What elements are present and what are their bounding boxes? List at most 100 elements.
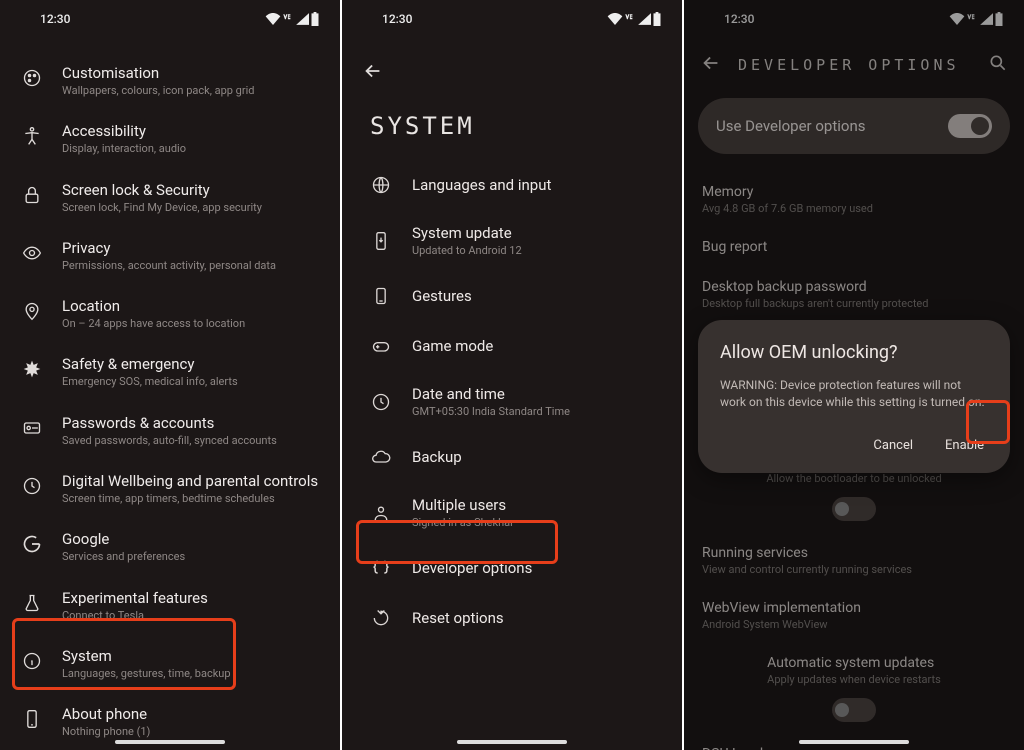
item-subtitle: Wallpapers, colours, icon pack, app grid: [62, 84, 320, 98]
system-item-reset[interactable]: Reset options: [342, 593, 682, 643]
volte-icon: [282, 13, 294, 25]
nav-pill[interactable]: [457, 740, 567, 744]
dialog-title: Allow OEM unlocking?: [720, 342, 988, 363]
back-button[interactable]: [342, 32, 682, 92]
settings-item-experimental[interactable]: Experimental featuresConnect to Tesla: [0, 577, 340, 635]
item-title: Screen lock & Security: [62, 181, 320, 199]
status-icons: [265, 12, 320, 26]
confirm-dialog: Allow OEM unlocking? WARNING: Device pro…: [698, 320, 1010, 473]
settings-item-accessibility[interactable]: Accessibility Display, interaction, audio: [0, 110, 340, 168]
settings-item-wellbeing[interactable]: Digital Wellbeing and parental controls S…: [0, 460, 340, 518]
settings-item-location[interactable]: Location On – 24 apps have access to loca…: [0, 285, 340, 343]
arrow-back-icon: [362, 60, 384, 82]
lock-icon: [20, 183, 44, 207]
update-icon: [370, 230, 392, 252]
item-title: Passwords & accounts: [62, 414, 320, 432]
battery-icon: [310, 12, 320, 26]
system-item-datetime[interactable]: Date and time GMT+05:30 India Standard Ti…: [342, 371, 682, 432]
google-icon: [20, 532, 44, 556]
item-title: About phone: [62, 705, 320, 723]
system-item-update[interactable]: System update Updated to Android 12: [342, 210, 682, 271]
item-title: Google: [62, 530, 320, 548]
item-title: Languages and input: [412, 176, 662, 194]
item-subtitle: Screen time, app timers, bedtime schedul…: [62, 492, 320, 506]
settings-item-privacy[interactable]: Privacy Permissions, account activity, pe…: [0, 227, 340, 285]
item-title: System: [62, 647, 320, 665]
item-title: Experimental features: [62, 589, 320, 607]
item-title: Date and time: [412, 385, 662, 403]
item-title: Location: [62, 297, 320, 315]
item-subtitle: Updated to Android 12: [412, 244, 662, 257]
cloud-icon: [370, 446, 392, 468]
item-subtitle: Screen lock, Find My Device, app securit…: [62, 201, 320, 215]
item-subtitle: Emergency SOS, medical info, alerts: [62, 375, 320, 389]
settings-item-safety[interactable]: Safety & emergencyEmergency SOS, medical…: [0, 343, 340, 401]
palette-icon: [20, 66, 44, 90]
users-icon: [370, 502, 392, 524]
item-subtitle: Display, interaction, audio: [62, 142, 320, 156]
item-subtitle: GMT+05:30 India Standard Time: [412, 405, 662, 418]
dialog-actions: Cancel Enable: [720, 432, 988, 459]
cancel-button[interactable]: Cancel: [869, 432, 917, 459]
location-icon: [20, 299, 44, 323]
nav-pill[interactable]: [799, 740, 909, 744]
item-subtitle: Permissions, account activity, personal …: [62, 259, 320, 273]
signal-icon: [295, 13, 309, 25]
item-title: Reset options: [412, 609, 662, 627]
gestures-icon: [370, 285, 392, 307]
system-item-gestures[interactable]: Gestures: [342, 271, 682, 321]
status-bar: 12:30: [342, 0, 682, 32]
dialog-body: WARNING: Device protection features will…: [720, 377, 988, 412]
emergency-icon: [20, 357, 44, 381]
item-subtitle: Saved passwords, auto-fill, synced accou…: [62, 434, 320, 448]
wellbeing-icon: [20, 474, 44, 498]
item-title: Digital Wellbeing and parental controls: [62, 472, 320, 490]
item-subtitle: Signed in as Shekhar: [412, 516, 662, 529]
system-item-backup[interactable]: Backup: [342, 432, 682, 482]
key-icon: [20, 416, 44, 440]
item-title: System update: [412, 224, 662, 242]
accessibility-icon: [20, 124, 44, 148]
status-bar: 12:30: [0, 0, 340, 32]
item-subtitle: Nothing phone (1): [62, 725, 320, 739]
settings-item-accounts[interactable]: Passwords & accounts Saved passwords, aut…: [0, 402, 340, 460]
status-icons: [607, 12, 662, 26]
nav-pill[interactable]: [115, 740, 225, 744]
item-title: Customisation: [62, 64, 320, 82]
item-title: Gestures: [412, 287, 662, 305]
settings-item-security[interactable]: Screen lock & Security Screen lock, Find …: [0, 169, 340, 227]
reset-icon: [370, 607, 392, 629]
volte-icon: [624, 13, 636, 25]
settings-screen-2-system: 12:30 SYSTEM Languages and input System …: [342, 0, 682, 750]
item-title: Backup: [412, 448, 662, 466]
settings-screen-3-developer: 12:30 DEVELOPER OPTIONS Use Developer op…: [684, 0, 1024, 750]
system-list: Languages and input System update Updated…: [342, 160, 682, 643]
braces-icon: [370, 557, 392, 579]
settings-screen-1: 12:30 Customisation Wallpapers, colours, …: [0, 0, 340, 750]
flask-icon: [20, 591, 44, 615]
system-item-developer[interactable]: Developer options: [342, 543, 682, 593]
settings-item-customisation[interactable]: Customisation Wallpapers, colours, icon p…: [0, 52, 340, 110]
item-title: Accessibility: [62, 122, 320, 140]
gamepad-icon: [370, 335, 392, 357]
page-title: SYSTEM: [342, 92, 682, 160]
item-subtitle: On – 24 apps have access to location: [62, 317, 320, 331]
settings-item-google[interactable]: Google Services and preferences: [0, 518, 340, 576]
item-title: Privacy: [62, 239, 320, 257]
info-icon: [20, 649, 44, 673]
item-subtitle: Languages, gestures, time, backup: [62, 667, 320, 681]
system-item-users[interactable]: Multiple usersSigned in as Shekhar: [342, 482, 682, 543]
item-subtitle: Services and preferences: [62, 550, 320, 564]
system-item-gamemode[interactable]: Game mode: [342, 321, 682, 371]
privacy-icon: [20, 241, 44, 265]
enable-button[interactable]: Enable: [941, 432, 988, 459]
clock: 12:30: [40, 12, 70, 26]
system-item-languages[interactable]: Languages and input: [342, 160, 682, 210]
globe-icon: [370, 174, 392, 196]
wifi-icon: [607, 13, 623, 25]
settings-item-system[interactable]: System Languages, gestures, time, backup: [0, 635, 340, 693]
clock-icon: [370, 391, 392, 413]
signal-icon: [637, 13, 651, 25]
clock: 12:30: [382, 12, 412, 26]
phone-icon: [20, 707, 44, 731]
